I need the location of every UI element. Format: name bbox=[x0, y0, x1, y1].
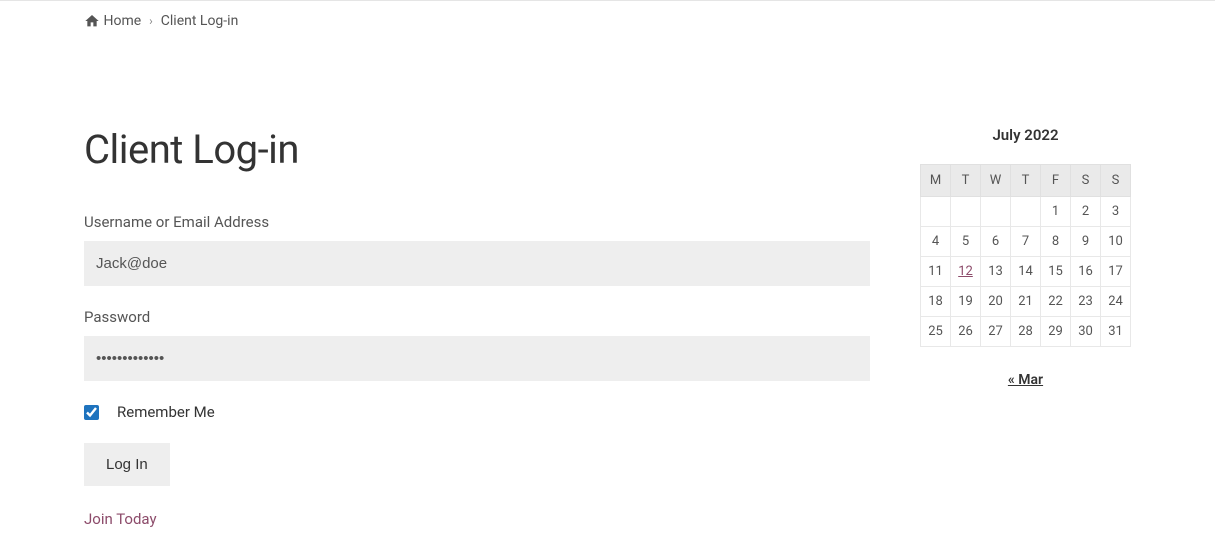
calendar-day-cell: 2 bbox=[1071, 197, 1101, 227]
calendar-day-cell: 25 bbox=[921, 317, 951, 347]
calendar-header-cell: W bbox=[981, 165, 1011, 197]
calendar-day-cell bbox=[981, 197, 1011, 227]
calendar-day-cell: 8 bbox=[1041, 227, 1071, 257]
breadcrumb-current: Client Log-in bbox=[161, 13, 239, 29]
password-input[interactable] bbox=[84, 336, 870, 381]
calendar-day-cell: 31 bbox=[1101, 317, 1131, 347]
calendar-day-cell: 10 bbox=[1101, 227, 1131, 257]
breadcrumb: Home › Client Log-in bbox=[0, 1, 1215, 41]
calendar-day-cell: 13 bbox=[981, 257, 1011, 287]
calendar-day-link[interactable]: 12 bbox=[958, 264, 973, 279]
calendar-day-cell: 5 bbox=[951, 227, 981, 257]
calendar-day-cell: 19 bbox=[951, 287, 981, 317]
calendar-day-cell: 16 bbox=[1071, 257, 1101, 287]
calendar-day-cell: 12 bbox=[951, 257, 981, 287]
breadcrumb-home-link[interactable]: Home bbox=[84, 13, 141, 29]
calendar-prev-link[interactable]: « Mar bbox=[1008, 372, 1043, 388]
join-today-link[interactable]: Join Today bbox=[84, 510, 870, 528]
calendar-header-cell: S bbox=[1101, 165, 1131, 197]
remember-checkbox[interactable] bbox=[84, 405, 99, 420]
calendar-title: July 2022 bbox=[920, 126, 1131, 144]
calendar-day-cell: 17 bbox=[1101, 257, 1131, 287]
calendar-day-cell: 15 bbox=[1041, 257, 1071, 287]
breadcrumb-separator: › bbox=[149, 14, 153, 28]
calendar-day-cell: 7 bbox=[1011, 227, 1041, 257]
calendar-day-cell: 27 bbox=[981, 317, 1011, 347]
calendar-day-cell: 11 bbox=[921, 257, 951, 287]
calendar-day-cell: 3 bbox=[1101, 197, 1131, 227]
calendar-day-cell: 1 bbox=[1041, 197, 1071, 227]
main-content: Client Log-in Username or Email Address … bbox=[84, 126, 870, 528]
calendar-day-cell: 14 bbox=[1011, 257, 1041, 287]
sidebar: July 2022 MTWTFSS 1234567891011121314151… bbox=[920, 126, 1131, 528]
remember-label: Remember Me bbox=[117, 403, 215, 421]
calendar-day-cell: 23 bbox=[1071, 287, 1101, 317]
calendar-day-cell: 21 bbox=[1011, 287, 1041, 317]
calendar-day-cell bbox=[1011, 197, 1041, 227]
breadcrumb-home-label: Home bbox=[103, 13, 141, 29]
calendar-day-cell: 28 bbox=[1011, 317, 1041, 347]
calendar-widget: July 2022 MTWTFSS 1234567891011121314151… bbox=[920, 126, 1131, 388]
calendar-day-cell: 20 bbox=[981, 287, 1011, 317]
calendar-day-cell: 6 bbox=[981, 227, 1011, 257]
username-label: Username or Email Address bbox=[84, 213, 870, 231]
calendar-day-cell: 9 bbox=[1071, 227, 1101, 257]
calendar-header-cell: S bbox=[1071, 165, 1101, 197]
calendar-day-cell bbox=[921, 197, 951, 227]
username-input[interactable] bbox=[84, 241, 870, 286]
calendar-header-cell: T bbox=[1011, 165, 1041, 197]
login-button[interactable]: Log In bbox=[84, 443, 170, 486]
calendar-header-cell: F bbox=[1041, 165, 1071, 197]
calendar-day-cell: 24 bbox=[1101, 287, 1131, 317]
calendar-day-cell: 4 bbox=[921, 227, 951, 257]
calendar-day-cell: 30 bbox=[1071, 317, 1101, 347]
calendar-day-cell: 29 bbox=[1041, 317, 1071, 347]
home-icon bbox=[84, 13, 100, 29]
calendar-header-cell: M bbox=[921, 165, 951, 197]
calendar-day-cell: 22 bbox=[1041, 287, 1071, 317]
calendar-day-cell: 26 bbox=[951, 317, 981, 347]
password-label: Password bbox=[84, 308, 870, 326]
calendar-header-cell: T bbox=[951, 165, 981, 197]
calendar-day-cell: 18 bbox=[921, 287, 951, 317]
calendar-day-cell bbox=[951, 197, 981, 227]
page-title: Client Log-in bbox=[84, 126, 870, 173]
calendar-table: MTWTFSS 12345678910111213141516171819202… bbox=[920, 164, 1131, 347]
